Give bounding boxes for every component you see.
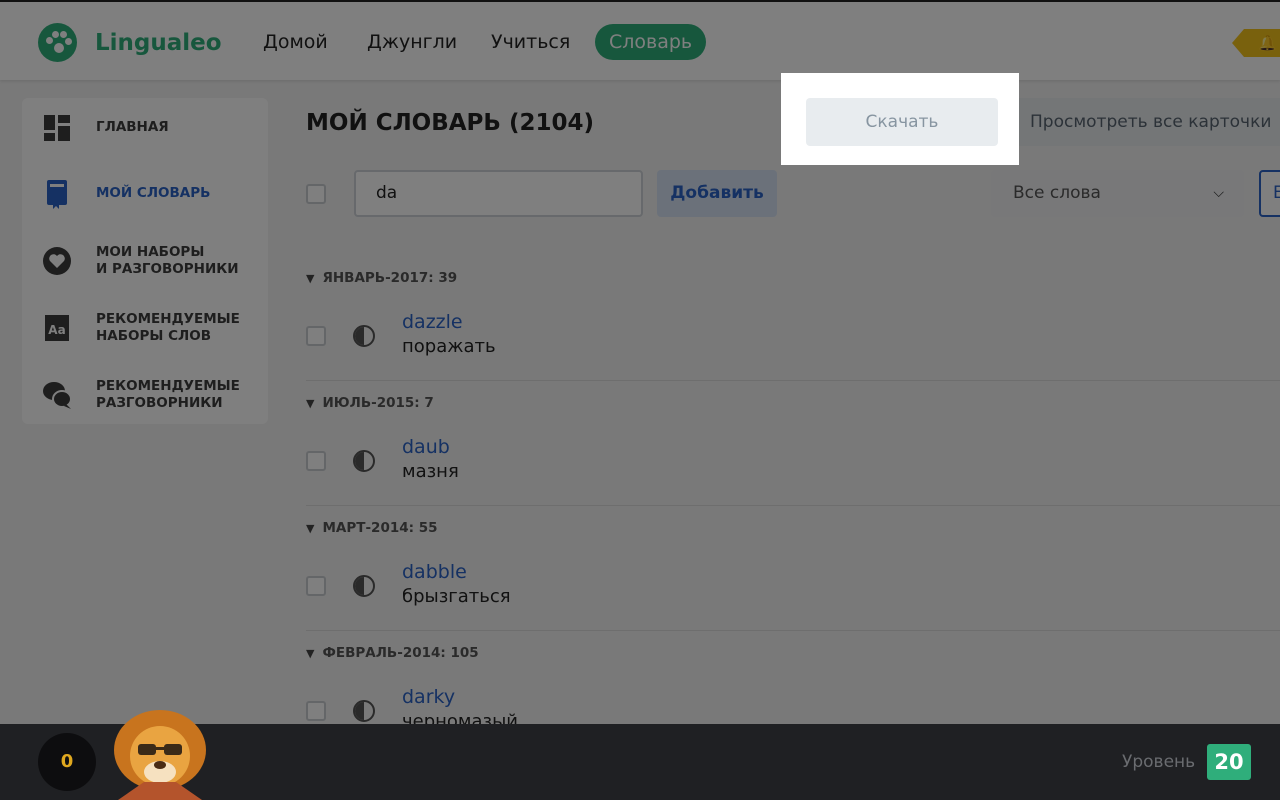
nav-home[interactable]: Домой (263, 24, 328, 60)
word-text[interactable]: dazzle (402, 311, 463, 333)
level-label: Уровень (1122, 752, 1196, 772)
word-text[interactable]: darky (402, 686, 455, 708)
collapse-triangle-icon: ▼ (306, 397, 315, 410)
word-checkbox[interactable] (306, 326, 326, 346)
word-set-icon: Aa (45, 315, 69, 341)
view-all-cards-button[interactable]: Просмотреть все карточки (1008, 98, 1280, 146)
group-heading[interactable]: ▼ ИЮЛЬ-2015: 7 (306, 395, 434, 411)
nav-learn[interactable]: Учиться (491, 24, 570, 60)
word-text[interactable]: dabble (402, 561, 467, 583)
collapse-triangle-icon: ▼ (306, 272, 315, 285)
search-input[interactable]: da (354, 170, 643, 217)
word-translation: брызгаться (402, 586, 511, 607)
select-all-checkbox[interactable] (306, 184, 326, 204)
download-button[interactable]: Скачать (806, 98, 998, 146)
chat-bubbles-icon (43, 382, 72, 409)
word-row[interactable]: dabble брызгаться (306, 561, 1280, 621)
sidebar-item-my-sets[interactable]: МОИ НАБОРЫ И РАЗГОВОРНИКИ (22, 231, 268, 293)
footer-bar: 0 Уровень 20 (0, 710, 1280, 800)
progress-speaker-icon[interactable] (353, 450, 375, 472)
progress-speaker-icon[interactable] (353, 325, 375, 347)
word-row[interactable]: daub мазня (306, 436, 1280, 496)
svg-text:Aa: Aa (48, 323, 65, 337)
collapse-triangle-icon: ▼ (306, 522, 315, 535)
nav-jungle[interactable]: Джунгли (367, 24, 457, 60)
progress-speaker-icon[interactable] (353, 575, 375, 597)
dictionary-book-icon (47, 180, 67, 209)
sidebar-item-recommended-sets[interactable]: Aa РЕКОМЕНДУЕМЫЕ НАБОРЫ СЛОВ (22, 298, 268, 360)
word-translation: мазня (402, 461, 459, 482)
meatballs-counter[interactable]: 0 (38, 733, 96, 791)
logo-text: Lingualeo (95, 29, 222, 56)
sidebar-item-label: РЕКОМЕНДУЕМЫЕ РАЗГОВОРНИКИ (96, 378, 240, 411)
level-badge[interactable]: 20 (1207, 744, 1251, 780)
sidebar-item-home[interactable]: ГЛАВНАЯ (22, 98, 268, 160)
group-heading-text: ИЮЛЬ-2015: 7 (322, 395, 434, 411)
group-heading[interactable]: ▼ ФЕВРАЛЬ-2014: 105 (306, 645, 479, 661)
lion-mascot-icon[interactable] (104, 710, 212, 800)
sidebar-item-label: ГЛАВНАЯ (96, 119, 169, 135)
nav-dictionary[interactable]: Словарь (595, 24, 707, 60)
notifications-button[interactable]: 🔔 (1232, 29, 1280, 57)
bell-icon: 🔔 (1258, 34, 1277, 52)
word-text[interactable]: daub (402, 436, 450, 458)
group-heading[interactable]: ▼ ЯНВАРЬ-2017: 39 (306, 270, 457, 286)
word-checkbox[interactable] (306, 576, 326, 596)
divider (306, 630, 1280, 631)
collapse-triangle-icon: ▼ (306, 647, 315, 660)
divider (306, 380, 1280, 381)
paw-logo-icon (38, 23, 77, 62)
chevron-down-icon: ⌵ (1213, 185, 1224, 201)
word-row[interactable]: dazzle поражать (306, 311, 1280, 371)
spotlight-highlight: Скачать (781, 73, 1019, 165)
word-translation: поражать (402, 336, 496, 357)
word-filter-select[interactable]: Все слова ⌵ (991, 170, 1244, 217)
group-heading-text: ЯНВАРЬ-2017: 39 (322, 270, 458, 286)
sidebar-item-label: МОИ НАБОРЫ И РАЗГОВОРНИКИ (96, 244, 239, 277)
word-checkbox[interactable] (306, 701, 326, 721)
dashboard-icon (44, 115, 70, 141)
group-heading[interactable]: ▼ МАРТ-2014: 55 (306, 520, 438, 536)
sidebar-item-recommended-phrasebooks[interactable]: РЕКОМЕНДУЕМЫЕ РАЗГОВОРНИКИ (22, 365, 268, 427)
sidebar-item-dictionary[interactable]: МОЙ СЛОВАРЬ (22, 164, 268, 226)
group-heading-text: ФЕВРАЛЬ-2014: 105 (322, 645, 479, 661)
filter-selected-value: Все слова (1013, 183, 1101, 203)
word-checkbox[interactable] (306, 451, 326, 471)
top-navigation-bar: Lingualeo Домой Джунгли Учиться Словарь … (0, 0, 1280, 80)
sidebar-item-label: РЕКОМЕНДУЕМЫЕ НАБОРЫ СЛОВ (96, 311, 240, 344)
sidebar: ГЛАВНАЯ МОЙ СЛОВАРЬ МОИ НАБОРЫ И РАЗГОВОР… (22, 98, 268, 424)
sidebar-item-label: МОЙ СЛОВАРЬ (96, 185, 211, 201)
divider (306, 505, 1280, 506)
page-title: МОЙ СЛОВАРЬ (2104) (306, 110, 594, 136)
progress-speaker-icon[interactable] (353, 700, 375, 722)
add-word-button[interactable]: Добавить (657, 170, 777, 217)
group-heading-text: МАРТ-2014: 55 (322, 520, 438, 536)
logo[interactable]: Lingualeo (38, 23, 222, 62)
edge-button[interactable]: E (1259, 170, 1280, 217)
heart-icon (43, 247, 71, 275)
